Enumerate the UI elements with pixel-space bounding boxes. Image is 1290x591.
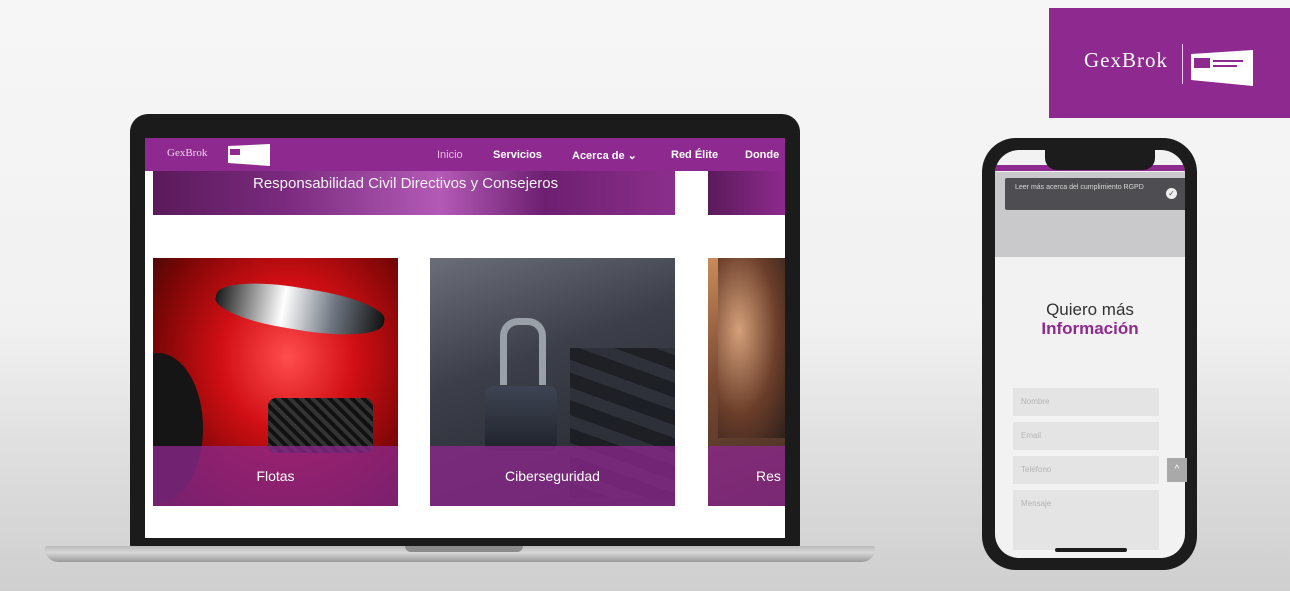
- service-card-res[interactable]: Res: [708, 258, 785, 506]
- person-image: [718, 258, 785, 438]
- email-field-placeholder: Email: [1021, 431, 1042, 440]
- name-field-placeholder: Nombre: [1021, 397, 1050, 406]
- card-label: Res: [756, 468, 781, 484]
- nav-item-servicios[interactable]: Servicios: [493, 149, 542, 161]
- brand-logo-text: GexBrok: [1084, 48, 1168, 72]
- service-card-flotas[interactable]: Flotas: [153, 258, 398, 506]
- card-label: Flotas: [256, 468, 295, 484]
- nav-item-donde[interactable]: Donde: [745, 149, 779, 161]
- nav-item-red-elite[interactable]: Red Élite: [671, 149, 718, 161]
- message-field[interactable]: Mensaje: [1013, 490, 1159, 550]
- email-field[interactable]: Email: [1013, 422, 1159, 450]
- form-title-line2: Información: [1041, 319, 1139, 338]
- brand-logo-box: GexBrok: [1049, 8, 1290, 118]
- phone-home-indicator: [1055, 548, 1127, 552]
- service-card-ciberseguridad[interactable]: Ciberseguridad: [430, 258, 675, 506]
- check-icon[interactable]: ✓: [1166, 188, 1177, 199]
- brand-separator: [1182, 44, 1183, 84]
- message-field-placeholder: Mensaje: [1021, 499, 1052, 508]
- site-logo-badge-icon: [228, 144, 270, 166]
- padlock-icon: [500, 318, 546, 385]
- phone-field[interactable]: Teléfono: [1013, 456, 1159, 484]
- nav-item-inicio[interactable]: Inicio: [437, 149, 463, 161]
- laptop-trackpad-notch: [405, 546, 523, 552]
- phone-screen: Leer más acerca del cumplimiento RGPD ✓ …: [995, 150, 1185, 558]
- form-title-line1: Quiero más: [1046, 300, 1134, 319]
- site-navbar: GexBrok Inicio Servicios Acerca de ⌄ Red…: [145, 138, 785, 171]
- hero-banner-next[interactable]: [708, 171, 785, 215]
- cookie-notice-text: Leer más acerca del cumplimiento RGPD: [1015, 184, 1144, 191]
- hero-banner[interactable]: Responsabilidad Civil Directivos y Conse…: [153, 171, 675, 215]
- padlock-body: [485, 386, 557, 451]
- hero-title: Responsabilidad Civil Directivos y Conse…: [253, 175, 559, 192]
- car-grille-image: [268, 398, 373, 453]
- car-headlight-image: [212, 273, 388, 345]
- scroll-up-icon[interactable]: ^: [1167, 458, 1187, 482]
- site-logo[interactable]: GexBrok: [167, 147, 207, 159]
- phone-notch: [1045, 150, 1155, 170]
- nav-item-acerca-de[interactable]: Acerca de ⌄: [572, 149, 637, 162]
- cookie-notice[interactable]: Leer más acerca del cumplimiento RGPD ✓: [1005, 178, 1185, 210]
- form-title: Quiero más Información: [995, 300, 1185, 338]
- phone-field-placeholder: Teléfono: [1021, 465, 1052, 474]
- brand-badge-icon: [1191, 50, 1253, 86]
- card-label: Ciberseguridad: [505, 468, 600, 484]
- name-field[interactable]: Nombre: [1013, 388, 1159, 416]
- laptop-screen: GexBrok Inicio Servicios Acerca de ⌄ Red…: [145, 138, 785, 538]
